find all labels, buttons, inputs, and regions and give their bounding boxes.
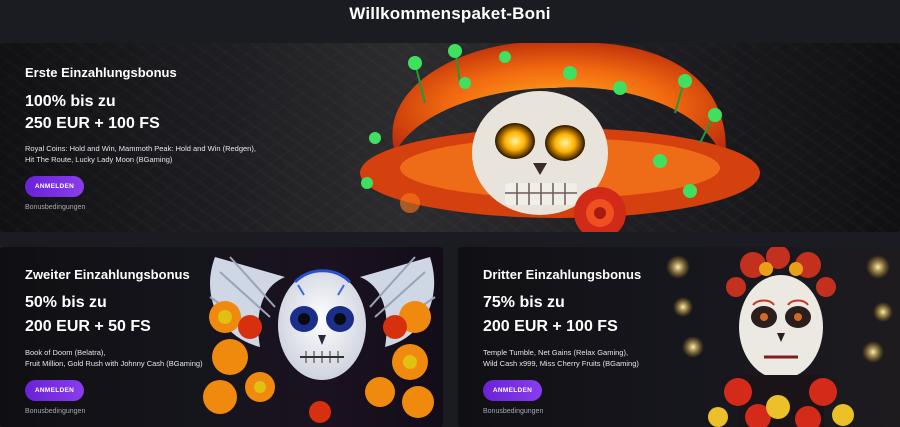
- bonus-percent: 100% bis zu: [25, 93, 116, 110]
- register-button[interactable]: ANMELDEN: [483, 380, 542, 401]
- games-line: Royal Coins: Hold and Win, Mammoth Peak:…: [25, 144, 256, 153]
- games-line: Book of Doom (Belatra),: [25, 348, 106, 357]
- winged-skull-illustration: [203, 256, 436, 423]
- bonus-amount: 250 EUR + 100 FS: [25, 115, 160, 132]
- second-bonus-content: Zweiter Einzahlungsbonus 50% bis zu 200 …: [25, 267, 225, 415]
- bonus-label: Dritter Einzahlungsbonus: [483, 267, 642, 282]
- bonus-terms-link[interactable]: Bonusbedingungen: [483, 408, 683, 415]
- bonus-percent: 75% bis zu: [483, 294, 565, 311]
- games-line: Temple Tumble, Net Gains (Relax Gaming),: [483, 348, 629, 357]
- bonus-label: Zweiter Einzahlungsbonus: [25, 267, 190, 282]
- third-deposit-bonus-card: Dritter Einzahlungsbonus 75% bis zu 200 …: [458, 247, 900, 427]
- games-line: Hit The Route, Lucky Lady Moon (BGaming): [25, 155, 173, 164]
- register-button[interactable]: ANMELDEN: [25, 380, 84, 401]
- catrina-skull-illustration: [666, 247, 893, 427]
- bonus-label: Erste Einzahlungsbonus: [25, 65, 177, 80]
- bonus-offer: 75% bis zu 200 EUR + 100 FS: [483, 291, 683, 339]
- bonus-terms-link[interactable]: Bonusbedingungen: [25, 204, 285, 211]
- bonus-games: Book of Doom (Belatra), Fruit Million, G…: [25, 347, 225, 369]
- bonus-offer: 100% bis zu 250 EUR + 100 FS: [25, 91, 285, 135]
- bonus-amount: 200 EUR + 50 FS: [25, 318, 151, 335]
- first-deposit-bonus-card: Erste Einzahlungsbonus 100% bis zu 250 E…: [0, 43, 900, 232]
- bonus-amount: 200 EUR + 100 FS: [483, 318, 618, 335]
- second-deposit-bonus-card: Zweiter Einzahlungsbonus 50% bis zu 200 …: [0, 247, 443, 427]
- bonus-offer: 50% bis zu 200 EUR + 50 FS: [25, 291, 225, 339]
- first-bonus-content: Erste Einzahlungsbonus 100% bis zu 250 E…: [25, 65, 285, 211]
- register-button[interactable]: ANMELDEN: [25, 176, 84, 197]
- sombrero-skull-illustration: [360, 43, 760, 232]
- third-bonus-content: Dritter Einzahlungsbonus 75% bis zu 200 …: [483, 267, 683, 415]
- bonus-games: Royal Coins: Hold and Win, Mammoth Peak:…: [25, 143, 285, 165]
- games-line: Fruit Million, Gold Rush with Johnny Cas…: [25, 359, 203, 368]
- page-title: Willkommenspaket-Boni: [349, 4, 551, 23]
- bonus-percent: 50% bis zu: [25, 294, 107, 311]
- bonus-terms-link[interactable]: Bonusbedingungen: [25, 408, 225, 415]
- games-line: Wild Cash x999, Miss Cherry Fruits (BGam…: [483, 359, 639, 368]
- bonus-games: Temple Tumble, Net Gains (Relax Gaming),…: [483, 347, 683, 369]
